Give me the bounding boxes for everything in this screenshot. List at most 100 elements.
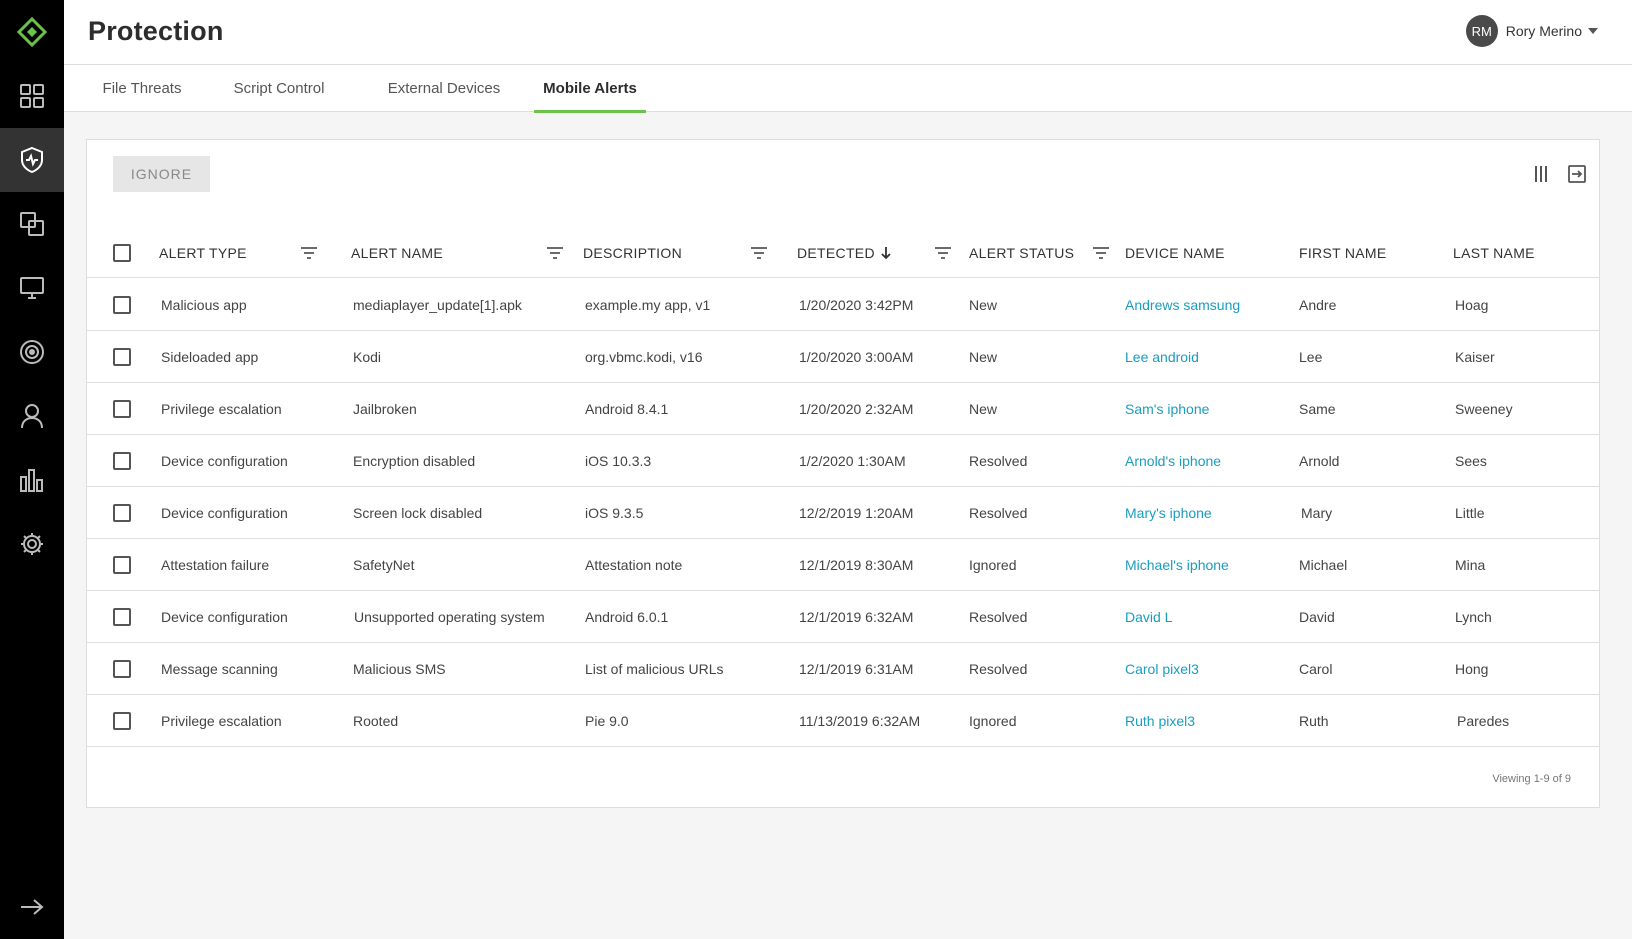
cell-device-link[interactable]: David L (1125, 591, 1172, 643)
avatar[interactable]: RM (1465, 15, 1498, 47)
columns-icon[interactable] (1529, 162, 1553, 186)
row-checkbox[interactable] (113, 712, 131, 730)
cell-alert-type: Privilege escalation (161, 401, 282, 417)
cell-device-link[interactable]: Carol pixel3 (1125, 643, 1199, 695)
cell-device-link[interactable]: Lee android (1125, 331, 1199, 383)
cell-detected: 1/20/2020 3:42PM (799, 297, 914, 313)
table-row[interactable]: Device configuration Screen lock disable… (87, 487, 1599, 539)
cell-alert-name: Kodi (353, 349, 382, 365)
tab-bar: File Threats Script Control External Dev… (64, 65, 1632, 113)
filter-icon[interactable] (299, 243, 319, 263)
table-row[interactable]: Device configuration Encryption disabled… (87, 435, 1599, 487)
table-row[interactable]: Privilege escalation Jailbroken Android … (87, 383, 1599, 435)
page-title: Protection (88, 16, 224, 46)
cell-status: New (969, 297, 998, 313)
table-row[interactable]: Device configuration Unsupported operati… (87, 591, 1599, 643)
cell-device-link[interactable]: Michael's iphone (1125, 539, 1229, 591)
row-checkbox[interactable] (113, 504, 131, 522)
column-header-detected[interactable]: DETECTED (797, 228, 892, 278)
threat-target-icon[interactable] (0, 320, 64, 384)
column-header-alert-status[interactable]: ALERT STATUS (969, 228, 1074, 278)
cell-last-name: Sees (1455, 453, 1487, 469)
row-checkbox[interactable] (113, 348, 131, 366)
cell-device-link[interactable]: Andrews samsung (1125, 279, 1240, 331)
cell-device-link[interactable]: Sam's iphone (1125, 383, 1209, 435)
column-header-device-name[interactable]: DEVICE NAME (1125, 228, 1225, 278)
filter-icon[interactable] (1091, 243, 1111, 263)
tab-script-control[interactable]: Script Control (224, 65, 334, 112)
filter-icon[interactable] (933, 243, 953, 263)
table-row[interactable]: Sideloaded app Kodi org.vbmc.kodi, v16 1… (87, 331, 1599, 383)
cell-alert-name: mediaplayer_update[1].apk (353, 297, 522, 313)
export-icon[interactable] (1565, 162, 1589, 186)
cell-detected: 12/1/2019 8:30AM (799, 557, 914, 573)
user-icon[interactable] (0, 384, 64, 448)
row-checkbox[interactable] (113, 296, 131, 314)
table-row[interactable]: Attestation failure SafetyNet Attestatio… (87, 539, 1599, 591)
cell-device-link[interactable]: Mary's iphone (1125, 487, 1212, 539)
alerts-card: IGNORE ALERT TYPE ALERT NAME DESCRIPTION… (86, 139, 1600, 808)
cell-last-name: Hong (1455, 661, 1489, 677)
cell-first-name: Mary (1301, 505, 1333, 521)
cell-detected: 12/2/2019 1:20AM (799, 505, 914, 521)
tab-mobile-alerts[interactable]: Mobile Alerts (534, 65, 646, 113)
tab-external-devices[interactable]: External Devices (380, 65, 508, 112)
settings-gear-icon[interactable] (0, 512, 64, 576)
column-header-detected-label: DETECTED (797, 245, 875, 261)
filter-icon[interactable] (545, 243, 565, 263)
table-row[interactable]: Message scanning Malicious SMS List of m… (87, 643, 1599, 695)
cell-detected: 12/1/2019 6:32AM (799, 609, 914, 625)
cell-alert-type: Privilege escalation (161, 713, 282, 729)
cell-alert-name: Encryption disabled (353, 453, 476, 469)
cell-first-name: Same (1299, 401, 1336, 417)
zones-icon[interactable] (0, 192, 64, 256)
cell-alert-name: Unsupported operating system (354, 609, 545, 625)
tab-file-threats[interactable]: File Threats (94, 65, 190, 112)
row-checkbox[interactable] (113, 608, 131, 626)
row-checkbox[interactable] (113, 400, 131, 418)
sort-descending-icon[interactable] (880, 246, 892, 260)
cell-alert-name: Jailbroken (353, 401, 417, 417)
cell-last-name: Little (1455, 505, 1485, 521)
table-header: ALERT TYPE ALERT NAME DESCRIPTION DETECT… (87, 228, 1599, 278)
column-header-description[interactable]: DESCRIPTION (583, 228, 682, 278)
table-row[interactable]: Privilege escalation Rooted Pie 9.0 11/1… (87, 695, 1599, 747)
select-all-checkbox[interactable] (113, 244, 131, 262)
cell-last-name: Mina (1455, 557, 1486, 573)
column-header-first-name[interactable]: FIRST NAME (1299, 228, 1387, 278)
cell-description: iOS 10.3.3 (585, 453, 652, 469)
cell-status: New (969, 401, 998, 417)
cell-status: Resolved (969, 661, 1028, 677)
cell-device-link[interactable]: Arnold's iphone (1125, 435, 1221, 487)
cell-status: Ignored (969, 713, 1017, 729)
table-row[interactable]: Malicious app mediaplayer_update[1].apk … (87, 279, 1599, 331)
ignore-button[interactable]: IGNORE (113, 156, 210, 192)
cell-device-link[interactable]: Ruth pixel3 (1125, 695, 1195, 747)
column-header-alert-name[interactable]: ALERT NAME (351, 228, 443, 278)
row-checkbox[interactable] (113, 452, 131, 470)
cell-alert-type: Sideloaded app (161, 349, 259, 365)
cell-first-name: Carol (1299, 661, 1333, 677)
dashboard-icon[interactable] (0, 64, 64, 128)
reports-icon[interactable] (0, 448, 64, 512)
cell-alert-type: Device configuration (161, 609, 288, 625)
row-checkbox[interactable] (113, 556, 131, 574)
column-header-alert-type[interactable]: ALERT TYPE (159, 228, 247, 278)
column-header-last-name[interactable]: LAST NAME (1453, 228, 1535, 278)
cell-status: Resolved (969, 505, 1028, 521)
logo-icon[interactable] (0, 0, 64, 64)
user-menu[interactable]: RM Rory Merino (1465, 15, 1598, 47)
devices-icon[interactable] (0, 256, 64, 320)
protection-shield-icon[interactable] (0, 128, 64, 192)
cell-alert-type: Device configuration (161, 505, 288, 521)
cell-last-name: Lynch (1455, 609, 1492, 625)
chevron-down-icon[interactable] (1588, 28, 1598, 34)
cell-last-name: Sweeney (1455, 401, 1513, 417)
user-name[interactable]: Rory Merino (1506, 23, 1582, 39)
expand-arrow-icon[interactable] (0, 875, 64, 939)
cell-status: New (969, 349, 998, 365)
cell-description: iOS 9.3.5 (585, 505, 644, 521)
filter-icon[interactable] (749, 243, 769, 263)
cell-description: Android 8.4.1 (585, 401, 669, 417)
row-checkbox[interactable] (113, 660, 131, 678)
